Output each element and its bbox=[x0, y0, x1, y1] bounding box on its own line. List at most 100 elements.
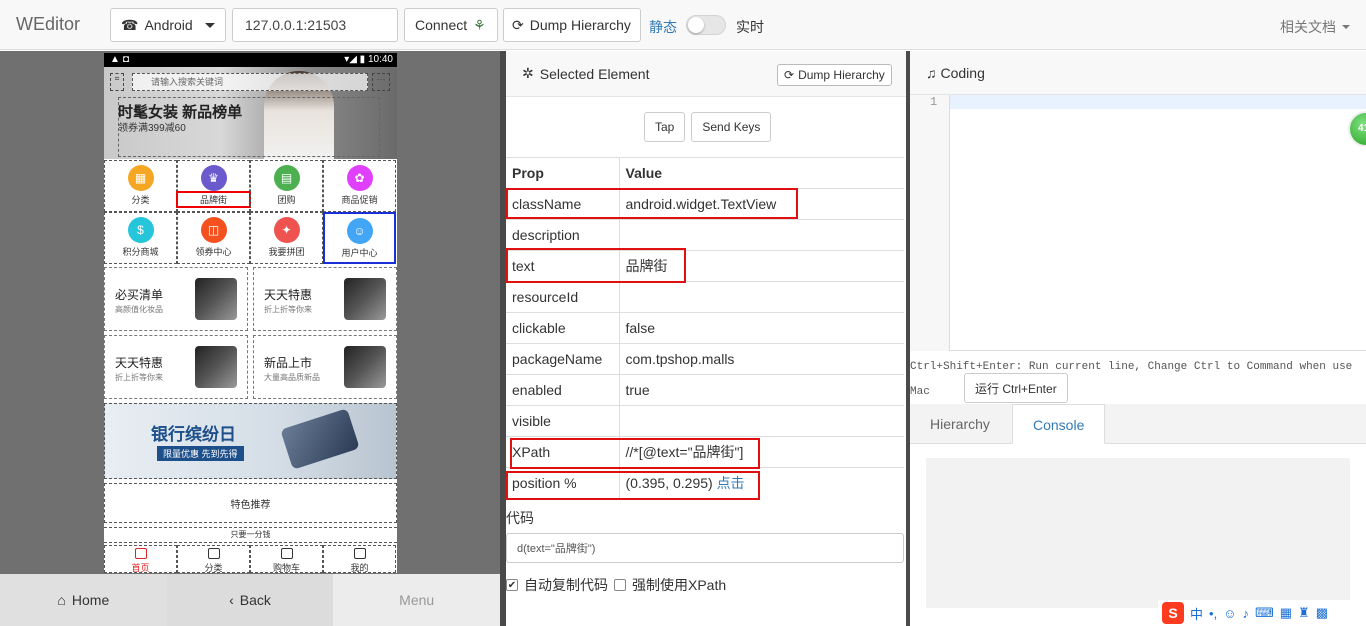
current-line bbox=[950, 95, 1366, 109]
grid-label: 品牌街 bbox=[176, 191, 251, 208]
prop-value[interactable]: com.tpshop.malls bbox=[619, 343, 904, 375]
grid-item[interactable]: ✿ 商品促销 bbox=[323, 160, 396, 212]
one-cent-section[interactable]: 只要一分钱 bbox=[104, 527, 397, 543]
promo-card[interactable]: 天天特惠 折上折等你来 bbox=[253, 267, 397, 331]
product-image bbox=[195, 346, 237, 388]
mode-realtime-label[interactable]: 实时 bbox=[736, 17, 764, 37]
line-number: 1 bbox=[930, 95, 938, 109]
line-gutter: 1 bbox=[910, 95, 950, 351]
bank-subtitle: 限量优惠 先到先得 bbox=[157, 446, 244, 461]
promo-subtitle: 折上折等你来 bbox=[264, 305, 312, 314]
grid-label: 我要拼团 bbox=[268, 247, 305, 257]
auto-copy-checkbox[interactable]: ✔ bbox=[506, 579, 518, 591]
ime-toolbar: S 中 •, ☺ ♪ ⌨ ▦ ♜ ▩ bbox=[1158, 600, 1366, 626]
grid-item[interactable]: $ 积分商城 bbox=[104, 212, 177, 264]
platform-label: Android bbox=[144, 17, 193, 33]
chevron-down-icon bbox=[1342, 25, 1350, 29]
code-label: 代码 bbox=[506, 510, 534, 526]
microphone-icon[interactable]: ♪ bbox=[1242, 606, 1249, 621]
docs-dropdown[interactable]: 相关文档 bbox=[1280, 17, 1350, 37]
promo-card[interactable]: 新品上市 大量高品质新品 bbox=[253, 335, 397, 399]
hero-banner[interactable]: ⌗ 请输入搜索关键词 ⋯ 时髦女装 新品榜单 领券满399减60 bbox=[104, 67, 397, 159]
prop-value[interactable]: true bbox=[619, 374, 904, 406]
promo-subtitle: 高颜值化妆品 bbox=[115, 305, 163, 314]
nav-item-cart[interactable]: 购物车 bbox=[250, 545, 323, 573]
prop-name: className bbox=[506, 188, 620, 220]
prop-value[interactable]: 品牌街 bbox=[619, 250, 904, 282]
message-icon[interactable]: ⋯ bbox=[372, 73, 390, 91]
grid-item[interactable]: ▤ 团购 bbox=[250, 160, 323, 212]
grid-item[interactable]: ▦ 分类 bbox=[104, 160, 177, 212]
grid-item[interactable]: ✦ 我要拼团 bbox=[250, 212, 323, 264]
prop-name: visible bbox=[506, 405, 620, 437]
dump-hierarchy-button[interactable]: ⟳ Dump Hierarchy bbox=[503, 8, 641, 42]
mode-static-label[interactable]: 静态 bbox=[649, 17, 677, 37]
target-icon: ✲ bbox=[522, 65, 534, 81]
promo-title: 天天特惠 bbox=[115, 356, 164, 370]
click-link[interactable]: 点击 bbox=[717, 475, 745, 491]
console-output bbox=[926, 458, 1350, 608]
search-input[interactable]: 请输入搜索关键词 bbox=[132, 73, 368, 91]
prop-value[interactable]: (0.395, 0.295) 点击 bbox=[619, 467, 904, 499]
dump-hierarchy-button-small[interactable]: ⟳ Dump Hierarchy bbox=[777, 64, 892, 86]
prop-value[interactable] bbox=[619, 219, 904, 251]
connect-button[interactable]: Connect ⚘ bbox=[404, 8, 498, 42]
prop-value[interactable]: android.widget.TextView bbox=[619, 188, 904, 220]
product-image bbox=[195, 278, 237, 320]
table-row: packageName com.tpshop.malls bbox=[506, 343, 904, 375]
toolbox-icon[interactable]: ▩ bbox=[1316, 605, 1328, 621]
promo-card[interactable]: 必买清单高颜值化妆品 bbox=[104, 267, 248, 331]
selected-element-panel: ✲ Selected Element ⟳ Dump Hierarchy Tap Se… bbox=[506, 51, 906, 626]
status-bar: ▲◘ ▾◢ ▮ 10:40 bbox=[104, 53, 397, 67]
realtime-toggle[interactable] bbox=[686, 15, 726, 35]
tab-hierarchy[interactable]: Hierarchy bbox=[910, 404, 1010, 444]
keyboard-icon[interactable]: ⌨ bbox=[1255, 605, 1274, 621]
punctuation-icon[interactable]: •, bbox=[1209, 606, 1217, 621]
menu-button[interactable]: Menu bbox=[333, 574, 501, 626]
grid-item[interactable]: ☺ 用户中心 bbox=[323, 212, 396, 264]
skin-icon[interactable]: ♜ bbox=[1298, 605, 1310, 621]
grid-label: 领券中心 bbox=[195, 247, 232, 257]
run-button[interactable]: 运行 Ctrl+Enter bbox=[964, 373, 1068, 403]
nav-item-category[interactable]: 分类 bbox=[177, 545, 250, 573]
promo-card[interactable]: 天天特惠折上折等你来 bbox=[104, 335, 248, 399]
code-output[interactable]: d(text="品牌街") bbox=[506, 533, 904, 563]
nav-item-mine[interactable]: 我的 bbox=[323, 545, 396, 573]
music-icon: ♫ bbox=[926, 65, 937, 81]
grid-icon[interactable]: ▦ bbox=[1280, 605, 1292, 621]
coupon-icon: ◫ bbox=[200, 217, 227, 243]
home-button[interactable]: ⌂ Home bbox=[0, 574, 167, 626]
code-editor[interactable]: 1 bbox=[910, 95, 1366, 351]
device-address-input[interactable] bbox=[232, 8, 398, 42]
tab-console[interactable]: Console bbox=[1012, 404, 1106, 444]
sogou-icon[interactable]: S bbox=[1162, 602, 1184, 624]
prop-name: text bbox=[506, 250, 620, 282]
device-screen[interactable]: ▲◘ ▾◢ ▮ 10:40 ⌗ 请输入搜索关键词 ⋯ 时髦女装 新品榜单 领券满… bbox=[104, 53, 397, 573]
prop-value[interactable] bbox=[619, 405, 904, 437]
send-keys-button[interactable]: Send Keys bbox=[691, 112, 772, 142]
language-indicator[interactable]: 中 bbox=[1190, 604, 1203, 623]
grid-label: 积分商城 bbox=[122, 247, 159, 257]
platform-select[interactable]: ☎ Android bbox=[110, 8, 226, 42]
prop-value[interactable]: false bbox=[619, 312, 904, 344]
toggle-knob bbox=[688, 17, 704, 33]
force-xpath-checkbox[interactable] bbox=[614, 579, 626, 591]
cart-icon bbox=[281, 548, 293, 559]
nav-item-home[interactable]: 首页 bbox=[104, 545, 177, 573]
back-button[interactable]: ‹ Back bbox=[166, 574, 334, 626]
promo-title: 必买清单 bbox=[115, 288, 164, 302]
device-nav-bar: ⌂ Home ‹ Back Menu bbox=[0, 574, 501, 626]
prop-value[interactable] bbox=[619, 281, 904, 313]
prop-value[interactable]: //*[@text="品牌街"] bbox=[619, 436, 904, 468]
tap-button[interactable]: Tap bbox=[644, 112, 686, 142]
grid-item[interactable]: ♛ 品牌街 bbox=[176, 160, 251, 212]
prop-name: resourceId bbox=[506, 281, 620, 313]
promo-subtitle: 折上折等你来 bbox=[115, 373, 163, 382]
grid-item[interactable]: ◫ 领券中心 bbox=[177, 212, 250, 264]
bank-banner[interactable]: 银行缤纷日 限量优惠 先到先得 bbox=[104, 403, 397, 479]
product-image bbox=[344, 346, 386, 388]
grid-label: 用户中心 bbox=[341, 248, 378, 258]
scan-icon[interactable]: ⌗ bbox=[110, 73, 124, 91]
emoji-icon[interactable]: ☺ bbox=[1223, 606, 1236, 621]
properties-table: Prop Value className android.widget.TextVi… bbox=[506, 157, 904, 499]
